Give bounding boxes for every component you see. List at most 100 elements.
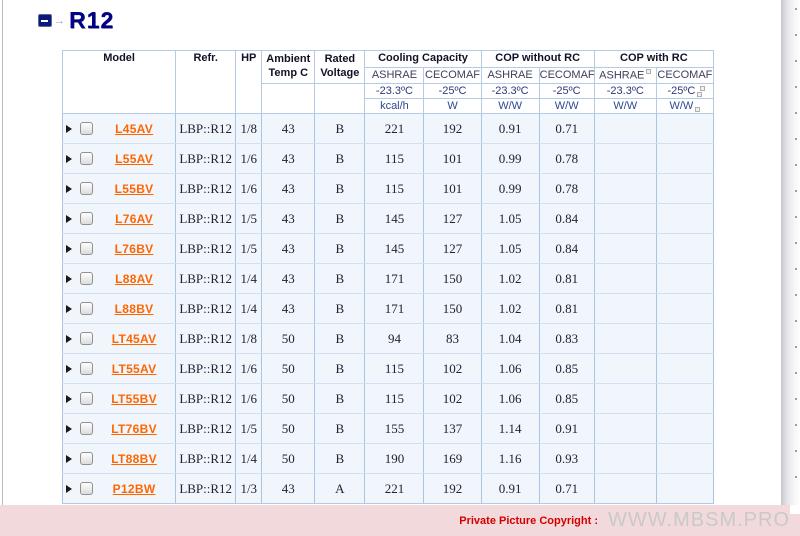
cop-cecomaf-cell: 0.78 [539, 174, 594, 204]
expand-row-icon[interactable] [66, 305, 72, 313]
row-checkbox[interactable] [80, 122, 93, 135]
ambient-temp-cell: 43 [262, 474, 315, 504]
model-link[interactable]: L88BV [93, 302, 175, 316]
model-link[interactable]: L88AV [93, 272, 175, 286]
broken-image-icon [646, 69, 651, 74]
expand-row-icon[interactable] [66, 425, 72, 433]
temp-cecomaf-cc: -25ºC [424, 83, 481, 98]
expand-row-icon[interactable] [66, 245, 72, 253]
expand-row-icon[interactable] [66, 395, 72, 403]
cooling-ashrae-cell: 145 [365, 234, 424, 264]
cop-ashrae-cell: 0.99 [481, 174, 539, 204]
row-checkbox[interactable] [80, 242, 93, 255]
model-cell: L55BV [63, 174, 176, 204]
cooling-ashrae-cell: 155 [365, 414, 424, 444]
cooling-cecomaf-cell: 127 [424, 204, 481, 234]
cop-rc-cecomaf-cell [656, 324, 713, 354]
table-row: LT88BV LBP::R12 1/4 50 B 190 169 1.16 0.… [63, 444, 714, 474]
cooling-cecomaf-cell: 101 [424, 174, 481, 204]
model-link[interactable]: P12BW [93, 482, 175, 496]
expand-row-icon[interactable] [66, 275, 72, 283]
table-row: L88BV LBP::R12 1/4 43 B 171 150 1.02 0.8… [63, 294, 714, 324]
expand-row-icon[interactable] [66, 485, 72, 493]
corner-notch [790, 505, 800, 514]
rated-voltage-cell: B [315, 324, 365, 354]
cop-cecomaf-cell: 0.81 [539, 294, 594, 324]
row-checkbox[interactable] [80, 452, 93, 465]
col-header-cooling-capacity: Cooling Capacity [365, 51, 481, 68]
model-link[interactable]: L76BV [93, 242, 175, 256]
cooling-ashrae-cell: 221 [365, 114, 424, 144]
model-link[interactable]: L55AV [93, 152, 175, 166]
table-row: L55BV LBP::R12 1/6 43 B 115 101 0.99 0.7… [63, 174, 714, 204]
expand-row-icon[interactable] [66, 215, 72, 223]
unit-wpw-1: W/W [481, 98, 539, 113]
row-checkbox[interactable] [80, 482, 93, 495]
refrigerant-cell: LBP::R12 [176, 234, 236, 264]
cooling-cecomaf-cell: 83 [424, 324, 481, 354]
cooling-cecomaf-cell: 101 [424, 144, 481, 174]
model-cell: LT76BV [63, 414, 176, 444]
cop-rc-ashrae-cell [594, 174, 656, 204]
row-checkbox[interactable] [80, 182, 93, 195]
rated-voltage-cell: A [315, 474, 365, 504]
expand-row-icon[interactable] [66, 155, 72, 163]
cop-ashrae-cell: 1.06 [481, 384, 539, 414]
model-cell: L88AV [63, 264, 176, 294]
cop-rc-cecomaf-cell [656, 354, 713, 384]
row-checkbox[interactable] [80, 152, 93, 165]
row-checkbox[interactable] [80, 302, 93, 315]
model-link[interactable]: L45AV [93, 122, 175, 136]
model-link[interactable]: L55BV [93, 182, 175, 196]
cop-cecomaf-cell: 0.78 [539, 144, 594, 174]
hp-cell: 1/6 [236, 144, 262, 174]
model-cell: L88BV [63, 294, 176, 324]
rated-voltage-cell: B [315, 294, 365, 324]
expand-row-icon[interactable] [66, 455, 72, 463]
cop-rc-cecomaf-cell [656, 294, 713, 324]
model-cell: L55AV [63, 144, 176, 174]
hp-cell: 1/5 [236, 414, 262, 444]
row-checkbox[interactable] [80, 422, 93, 435]
row-checkbox[interactable] [80, 272, 93, 285]
rated-voltage-cell: B [315, 264, 365, 294]
row-checkbox[interactable] [80, 212, 93, 225]
model-cell: L76AV [63, 204, 176, 234]
cop-ashrae-cell: 1.05 [481, 204, 539, 234]
expand-row-icon[interactable] [66, 335, 72, 343]
table-row: LT45AV LBP::R12 1/8 50 B 94 83 1.04 0.83 [63, 324, 714, 354]
table-row: P12BW LBP::R12 1/3 43 A 221 192 0.91 0.7… [63, 474, 714, 504]
cooling-cecomaf-cell: 137 [424, 414, 481, 444]
model-link[interactable]: LT55AV [93, 362, 175, 376]
cooling-ashrae-cell: 115 [365, 384, 424, 414]
cooling-cecomaf-cell: 102 [424, 354, 481, 384]
model-link[interactable]: LT88BV [93, 452, 175, 466]
rated-voltage-cell: B [315, 444, 365, 474]
row-checkbox[interactable] [80, 392, 93, 405]
rated-voltage-cell: B [315, 414, 365, 444]
row-checkbox[interactable] [80, 332, 93, 345]
model-link[interactable]: L76AV [93, 212, 175, 226]
model-link[interactable]: LT55BV [93, 392, 175, 406]
expand-row-icon[interactable] [66, 185, 72, 193]
table-row: L76AV LBP::R12 1/5 43 B 145 127 1.05 0.8… [63, 204, 714, 234]
model-link[interactable]: LT45AV [93, 332, 175, 346]
col-header-ambient: Ambient Temp C [262, 51, 315, 84]
row-checkbox[interactable] [80, 362, 93, 375]
cop-ashrae-cell: 1.06 [481, 354, 539, 384]
cop-cecomaf-cell: 0.84 [539, 204, 594, 234]
hp-cell: 1/5 [236, 204, 262, 234]
expand-row-icon[interactable] [66, 125, 72, 133]
cop-cecomaf-cell: 0.91 [539, 414, 594, 444]
page-title-block: → R12 [38, 7, 114, 34]
footer-bar: Private Picture Copyright : WWW.MBSM.PRO [0, 505, 800, 536]
model-link[interactable]: LT76BV [93, 422, 175, 436]
cop-cecomaf-cell: 0.85 [539, 354, 594, 384]
dotted-border [795, 8, 797, 498]
cooling-ashrae-cell: 115 [365, 174, 424, 204]
cooling-ashrae-cell: 171 [365, 264, 424, 294]
cop-rc-ashrae-cell [594, 444, 656, 474]
refrigerant-cell: LBP::R12 [176, 474, 236, 504]
expand-row-icon[interactable] [66, 365, 72, 373]
hp-cell: 1/8 [236, 114, 262, 144]
